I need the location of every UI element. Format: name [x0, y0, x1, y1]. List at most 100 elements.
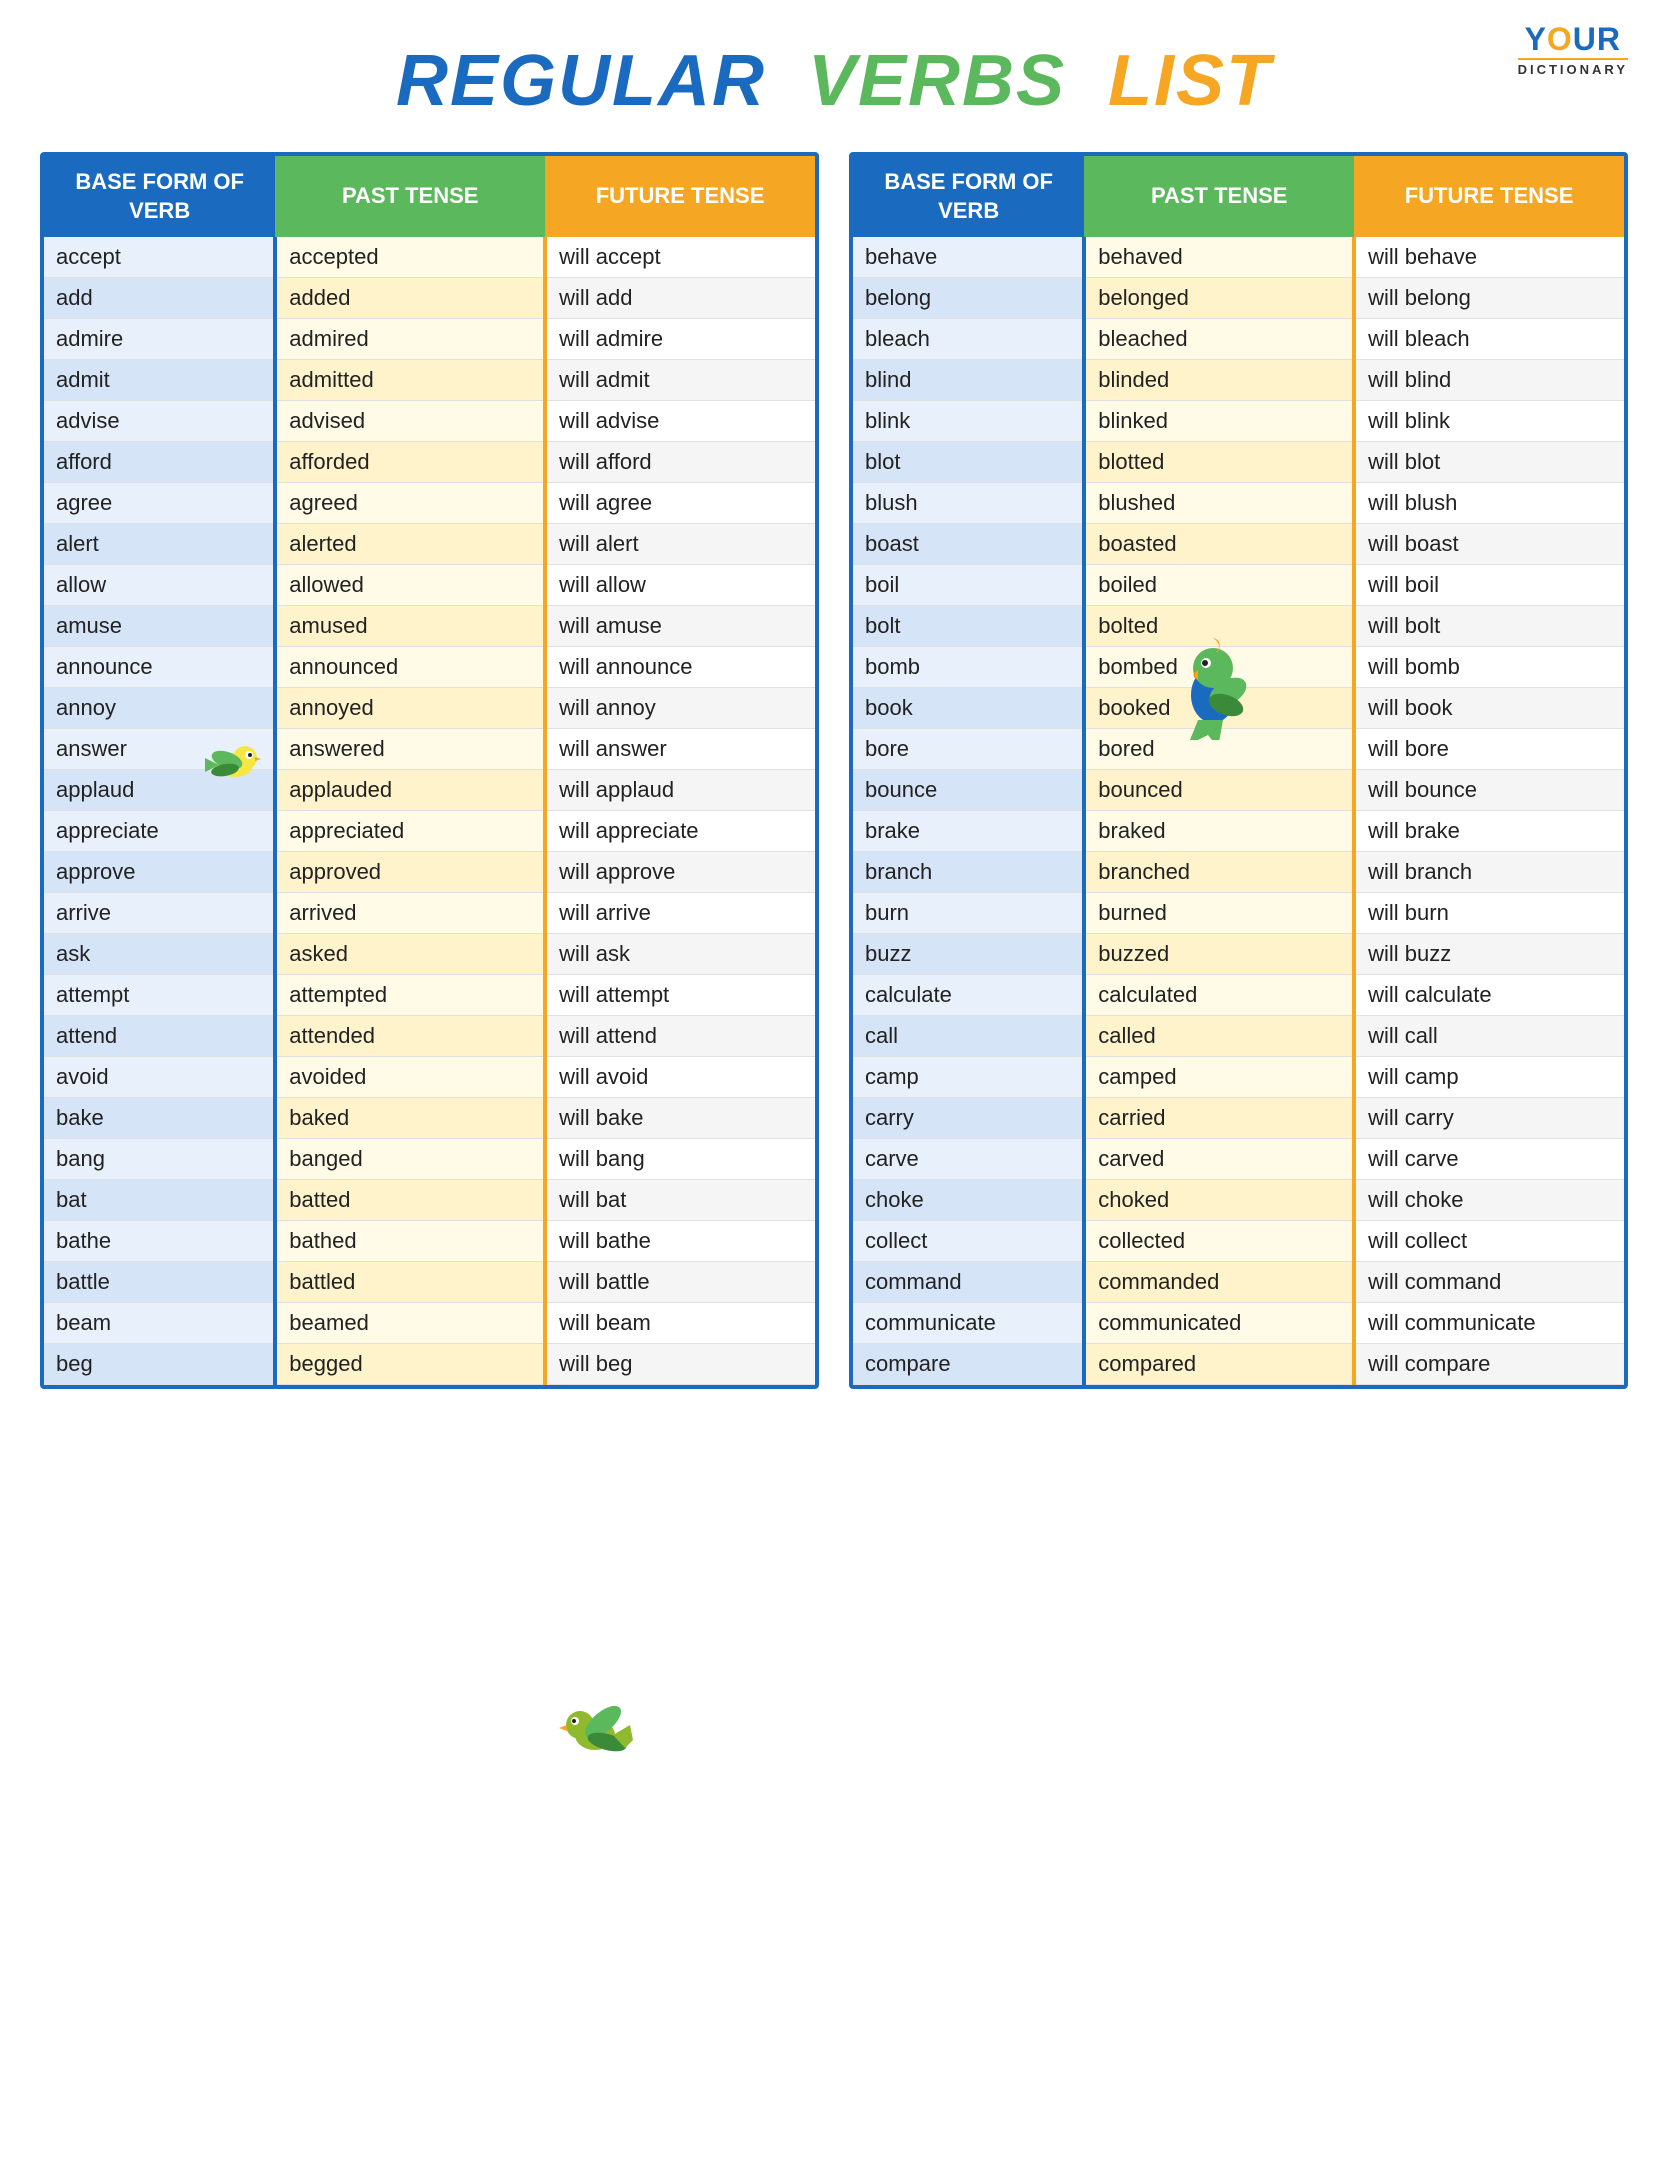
table-cell: amused [275, 606, 545, 647]
table-row: admitadmittedwill admit [44, 360, 815, 401]
table-cell: attempt [44, 975, 275, 1016]
table-cell: will beam [545, 1303, 815, 1344]
table-cell: admired [275, 319, 545, 360]
table-cell: appreciated [275, 811, 545, 852]
table-cell: announced [275, 647, 545, 688]
title-list: LIST [1108, 41, 1272, 121]
table-row: boastboastedwill boast [853, 524, 1624, 565]
table-cell: buzz [853, 934, 1084, 975]
table-row: appreciateappreciatedwill appreciate [44, 811, 815, 852]
table-cell: will approve [545, 852, 815, 893]
table-cell: will camp [1354, 1057, 1624, 1098]
table-row: agreeagreedwill agree [44, 483, 815, 524]
table-row: beambeamedwill beam [44, 1303, 815, 1344]
table-cell: beam [44, 1303, 275, 1344]
table-cell: communicate [853, 1303, 1084, 1344]
table-cell: answered [275, 729, 545, 770]
table-cell: admitted [275, 360, 545, 401]
table-cell: communicated [1084, 1303, 1354, 1344]
table-cell: buzzed [1084, 934, 1354, 975]
table-cell: compare [853, 1344, 1084, 1385]
left-header-base: BASE FORM OF VERB [44, 156, 275, 237]
table-cell: agreed [275, 483, 545, 524]
table-cell: avoid [44, 1057, 275, 1098]
table-cell: will bang [545, 1139, 815, 1180]
table-row: applaudapplaudedwill applaud [44, 770, 815, 811]
page-title: REGULAR VERBS LIST [40, 40, 1628, 122]
table-cell: call [853, 1016, 1084, 1057]
bird-decoration-1 [195, 720, 275, 790]
table-cell: will alert [545, 524, 815, 565]
table-row: collectcollectedwill collect [853, 1221, 1624, 1262]
table-cell: collect [853, 1221, 1084, 1262]
table-cell: burned [1084, 893, 1354, 934]
table-cell: choke [853, 1180, 1084, 1221]
table-cell: asked [275, 934, 545, 975]
left-table-section: BASE FORM OF VERB PAST TENSE FUTURE TENS… [40, 152, 819, 1389]
table-row: announceannouncedwill announce [44, 647, 815, 688]
table-cell: will bleach [1354, 319, 1624, 360]
table-row: blindblindedwill blind [853, 360, 1624, 401]
table-cell: add [44, 278, 275, 319]
table-cell: behave [853, 237, 1084, 278]
table-row: affordaffordedwill afford [44, 442, 815, 483]
table-cell: beamed [275, 1303, 545, 1344]
table-row: annoyannoyedwill annoy [44, 688, 815, 729]
table-cell: carve [853, 1139, 1084, 1180]
table-cell: compared [1084, 1344, 1354, 1385]
table-cell: avoided [275, 1057, 545, 1098]
table-row: addaddedwill add [44, 278, 815, 319]
table-cell: carried [1084, 1098, 1354, 1139]
table-cell: will blot [1354, 442, 1624, 483]
table-row: allowallowedwill allow [44, 565, 815, 606]
table-cell: will bolt [1354, 606, 1624, 647]
bird-decoration-2 [1168, 630, 1258, 740]
table-cell: battle [44, 1262, 275, 1303]
table-row: blotblottedwill blot [853, 442, 1624, 483]
table-cell: will command [1354, 1262, 1624, 1303]
table-cell: ask [44, 934, 275, 975]
table-cell: belong [853, 278, 1084, 319]
table-row: approveapprovedwill approve [44, 852, 815, 893]
table-cell: will allow [545, 565, 815, 606]
table-cell: boiled [1084, 565, 1354, 606]
table-cell: called [1084, 1016, 1354, 1057]
table-cell: will attend [545, 1016, 815, 1057]
title-verbs: VERBS [808, 41, 1066, 121]
table-row: adviseadvisedwill advise [44, 401, 815, 442]
table-cell: belonged [1084, 278, 1354, 319]
table-cell: will burn [1354, 893, 1624, 934]
right-header-base: BASE FORM OF VERB [853, 156, 1084, 237]
table-row: buzzbuzzedwill buzz [853, 934, 1624, 975]
table-cell: will bathe [545, 1221, 815, 1262]
table-cell: will call [1354, 1016, 1624, 1057]
table-cell: arrive [44, 893, 275, 934]
table-cell: afforded [275, 442, 545, 483]
table-cell: will ask [545, 934, 815, 975]
table-row: alertalertedwill alert [44, 524, 815, 565]
table-cell: advise [44, 401, 275, 442]
table-cell: applauded [275, 770, 545, 811]
table-cell: alerted [275, 524, 545, 565]
table-cell: blinded [1084, 360, 1354, 401]
table-cell: bang [44, 1139, 275, 1180]
table-row: bangbangedwill bang [44, 1139, 815, 1180]
table-cell: baked [275, 1098, 545, 1139]
table-cell: beg [44, 1344, 275, 1385]
title-regular: REGULAR [396, 41, 766, 121]
table-row: campcampedwill camp [853, 1057, 1624, 1098]
table-cell: will compare [1354, 1344, 1624, 1385]
table-cell: blind [853, 360, 1084, 401]
table-row: callcalledwill call [853, 1016, 1624, 1057]
table-row: amuseamusedwill amuse [44, 606, 815, 647]
table-cell: will calculate [1354, 975, 1624, 1016]
table-cell: attended [275, 1016, 545, 1057]
table-row: brakebrakedwill brake [853, 811, 1624, 852]
table-cell: annoyed [275, 688, 545, 729]
table-cell: camp [853, 1057, 1084, 1098]
table-cell: added [275, 278, 545, 319]
table-row: branchbranchedwill branch [853, 852, 1624, 893]
table-cell: banged [275, 1139, 545, 1180]
table-cell: camped [1084, 1057, 1354, 1098]
table-cell: will bore [1354, 729, 1624, 770]
